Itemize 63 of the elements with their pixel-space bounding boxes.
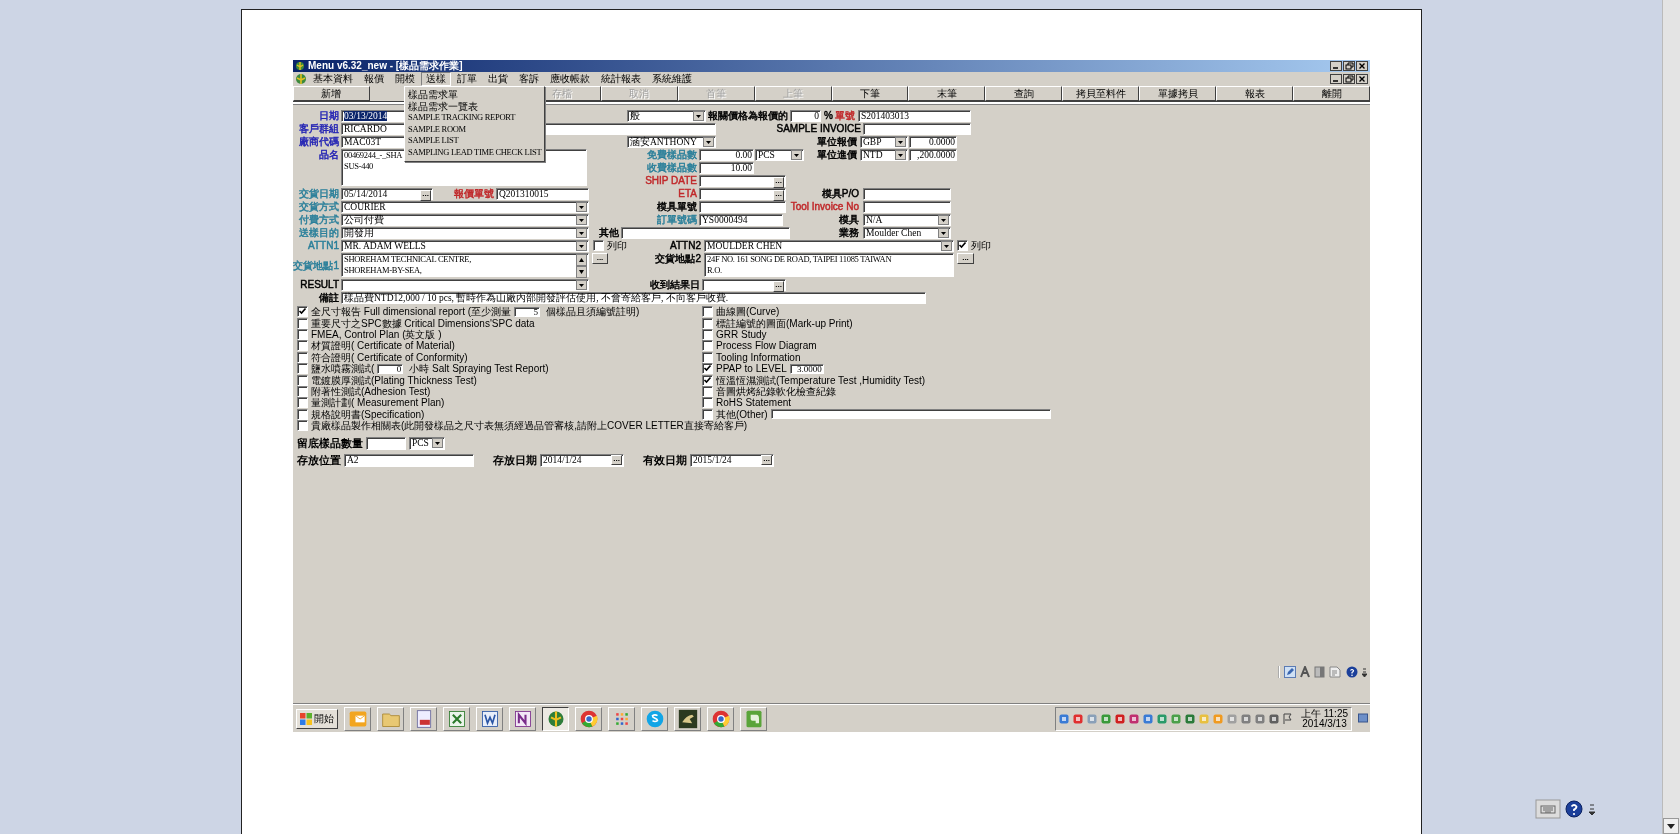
checkbox-label: 標註編號的圖面(Mark-up Print) — [716, 317, 853, 329]
field-label: 報價單號 — [453, 187, 495, 200]
checkbox-label: Process Flow Diagram — [716, 340, 817, 352]
field-label: 品名 — [318, 148, 340, 161]
field-label: 交貨地點2 — [654, 252, 702, 265]
checkbox-label: 電鍍膜厚測試(Plating Thickness Test) — [311, 374, 477, 386]
checkbox-label: 小時 Salt Spraying Test Report) — [409, 363, 549, 375]
checkbox-label: PPAP to LEVEL — [716, 363, 787, 375]
field-label: 交貨方式 — [298, 200, 340, 213]
checkbox-label: 恆溫恆濕測試(Temperature Test ,Humidity Test) — [716, 374, 926, 386]
field-label: 單位進價 — [816, 148, 858, 161]
field-label: 存放日期 — [493, 453, 537, 468]
field-label: 有效日期 — [643, 453, 687, 468]
field-label: 日期 — [318, 109, 340, 122]
checkbox-label: 列印 — [607, 238, 627, 253]
checkbox-label: 全尺寸報告 Full dimensional report (至少測量 — [311, 306, 512, 318]
field-label: Tool Invoice No — [789, 200, 860, 213]
checkbox-label: 個樣品且須編號註明) — [546, 306, 640, 318]
field-label: 模具 — [838, 213, 860, 226]
field-label: SAMPLE INVOICE — [775, 122, 862, 135]
field-label: 送樣目的 — [298, 226, 340, 239]
checkbox-label: GRR Study — [716, 328, 767, 340]
field-label: 留底樣品數量 — [297, 436, 363, 451]
field-label: 廠商代碼 — [298, 135, 340, 148]
checkbox-label: Tooling Information — [716, 351, 801, 363]
checkbox-label: 貴廠樣品製作相關表(此開發樣品之尺寸表無須經過品管審核,請附上COVER LETTER直接寄給客戶) — [311, 420, 748, 432]
field-label: 單位報價 — [816, 135, 858, 148]
field-label: ATTN1 — [307, 239, 340, 252]
field-label: 付費方式 — [298, 213, 340, 226]
checkbox-label: 符合證明( Certificate of Conformity) — [311, 351, 468, 363]
checkbox-label: 鹽水噴霧測試( — [311, 363, 375, 375]
checkbox-label: RoHS Statement — [716, 397, 792, 409]
field-label: 客戶群組 — [298, 122, 340, 135]
checkbox-label: FMEA, Control Plan (英文版 ) — [311, 328, 442, 340]
field-label: 存放位置 — [297, 453, 341, 468]
checkbox-label: 曲線圖(Curve) — [716, 306, 780, 318]
field-label: ETA — [677, 187, 698, 200]
field-label: % — [823, 109, 834, 122]
field-label: 模具P/O — [820, 187, 860, 200]
field-label: ATTN2 — [669, 239, 702, 252]
field-label: 收費樣品數 — [646, 161, 698, 174]
checkbox-label: 規格說明書(Specification) — [311, 408, 425, 420]
field-label: SHIP DATE — [644, 174, 698, 187]
checkbox-label: 附著性測試(Adhesion Test) — [311, 385, 431, 397]
checkbox-label: 音圖烘烤紀錄軟化檢查紀錄 — [716, 385, 836, 397]
field-label: 免費樣品數 — [646, 148, 698, 161]
field-label: 單號 — [834, 109, 856, 122]
window-title: Menu v6.32_new - [樣品需求作業] — [308, 60, 463, 72]
field-label: 其他 — [598, 226, 620, 239]
field-label: 報關價格為報價的 — [707, 109, 789, 122]
field-label: 業務 — [838, 226, 860, 239]
field-label: 收到結果日 — [649, 278, 701, 291]
checkbox-label: 其他(Other) — [716, 408, 768, 420]
field-label: 訂單號碼 — [656, 213, 698, 226]
field-label: 備註 — [318, 291, 340, 304]
checkbox-label: 材質證明( Certificate of Material) — [311, 340, 455, 352]
field-label: 模具單號 — [656, 200, 698, 213]
checkbox-label: 列印 — [971, 238, 991, 253]
field-label: RESULT — [299, 278, 340, 291]
checkbox-label: 量測計劃( Measurement Plan) — [311, 397, 445, 409]
field-label: 交貨地點1 — [293, 258, 340, 272]
checkbox-label: 重要尺寸之SPC數據 Critical Dimensions'SPC data — [311, 317, 535, 329]
field-label: 交貨日期 — [298, 187, 340, 200]
